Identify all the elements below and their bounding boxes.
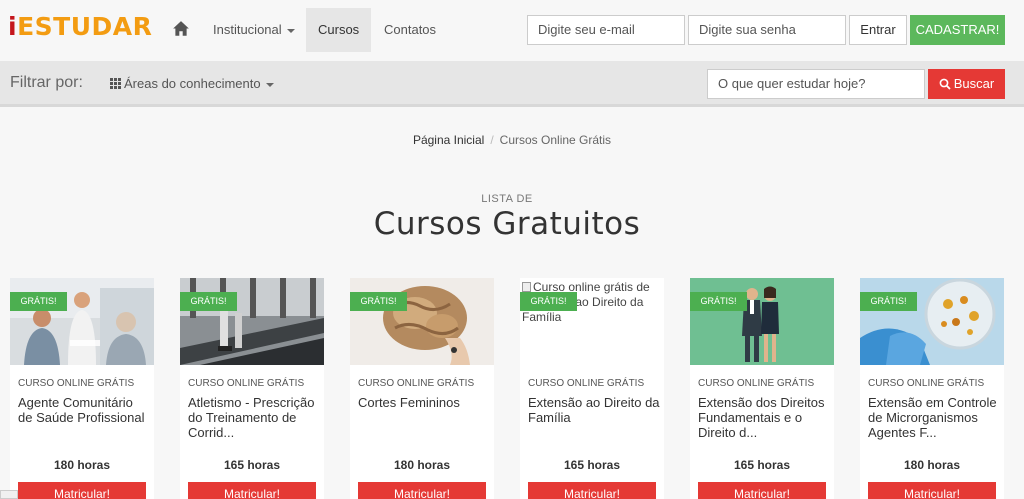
course-card[interactable]: GRÁTIS! CURSO ONLINE GRÁTIS Atletismo - … (180, 278, 324, 499)
course-card[interactable]: GRÁTIS! CURSO ONLINE GRÁTIS Extensão dos… (690, 278, 834, 499)
enroll-button[interactable]: Matricular! (698, 482, 826, 499)
course-hours: 165 horas (563, 458, 621, 472)
course-title[interactable]: Extensão em Controle de Microrganismos A… (868, 395, 1000, 440)
free-badge: GRÁTIS! (10, 292, 67, 311)
breadcrumb-separator: / (490, 133, 494, 147)
course-kicker: CURSO ONLINE GRÁTIS (358, 378, 475, 389)
search-icon (939, 78, 951, 90)
free-badge: GRÁTIS! (860, 292, 917, 311)
areas-dropdown[interactable]: Áreas do conhecimento (110, 76, 274, 91)
nav-contatos[interactable]: Contatos (372, 8, 448, 52)
free-badge: GRÁTIS! (520, 292, 577, 311)
course-hours: 180 horas (903, 458, 961, 472)
course-title[interactable]: Agente Comunitário de Saúde Profissional (18, 395, 150, 425)
course-hours: 165 horas (223, 458, 281, 472)
free-badge: GRÁTIS! (350, 292, 407, 311)
course-kicker: CURSO ONLINE GRÁTIS (868, 378, 985, 389)
home-icon[interactable] (172, 20, 190, 38)
nav-institucional[interactable]: Institucional (201, 8, 307, 52)
top-navbar: iESTUDAR Institucional Cursos Contatos D… (0, 0, 1024, 61)
page-title: Cursos Gratuitos (373, 206, 641, 242)
login-button[interactable]: Entrar (849, 15, 907, 45)
search-button[interactable]: Buscar (928, 69, 1005, 99)
grid-icon (110, 78, 121, 89)
course-kicker: CURSO ONLINE GRÁTIS (18, 378, 135, 389)
enroll-button[interactable]: Matricular! (528, 482, 656, 499)
course-kicker: CURSO ONLINE GRÁTIS (698, 378, 815, 389)
caret-down-icon (286, 28, 295, 33)
free-badge: GRÁTIS! (180, 292, 237, 311)
section-kicker: LISTA DE (481, 193, 533, 205)
breadcrumb-home[interactable]: Página Inicial (413, 133, 484, 147)
course-card[interactable]: GRÁTIS! CURSO ONLINE GRÁTIS Cortes Femin… (350, 278, 494, 499)
email-field[interactable]: Digite seu e-mail (527, 15, 685, 45)
course-kicker: CURSO ONLINE GRÁTIS (528, 378, 645, 389)
breadcrumb-current: Cursos Online Grátis (499, 133, 612, 147)
course-card[interactable]: GRÁTIS! CURSO ONLINE GRÁTIS Agente Comun… (10, 278, 154, 499)
course-hours: 165 horas (733, 458, 791, 472)
course-title[interactable]: Extensão dos Direitos Fundamentais e o D… (698, 395, 830, 440)
filter-bar: Filtrar por: Áreas do conhecimento O que… (0, 61, 1024, 107)
nav-cursos[interactable]: Cursos (306, 8, 372, 52)
enroll-button[interactable]: Matricular! (188, 482, 316, 499)
browser-status-bar (0, 490, 18, 499)
course-card[interactable]: Curso online grátis de Extensão ao Direi… (520, 278, 664, 499)
password-field[interactable]: Digite sua senha (688, 15, 846, 45)
enroll-button[interactable]: Matricular! (18, 482, 146, 499)
free-badge: GRÁTIS! (690, 292, 747, 311)
filter-label: Filtrar por: (10, 74, 83, 91)
broken-image-icon (522, 282, 531, 292)
course-hours: 180 horas (393, 458, 451, 472)
caret-down-icon (265, 82, 274, 87)
course-kicker: CURSO ONLINE GRÁTIS (188, 378, 305, 389)
course-title[interactable]: Cortes Femininos (358, 395, 490, 410)
breadcrumb: Página Inicial / Cursos Online Grátis (0, 133, 1024, 147)
course-card[interactable]: GRÁTIS! CURSO ONLINE GRÁTIS Extensão em … (860, 278, 1004, 499)
site-logo[interactable]: iESTUDAR (8, 12, 152, 41)
search-input[interactable]: O que quer estudar hoje? (707, 69, 925, 99)
course-title[interactable]: Atletismo - Prescrição do Treinamento de… (188, 395, 320, 440)
course-title[interactable]: Extensão ao Direito da Família (528, 395, 660, 425)
enroll-button[interactable]: Matricular! (868, 482, 996, 499)
course-hours: 180 horas (53, 458, 111, 472)
enroll-button[interactable]: Matricular! (358, 482, 486, 499)
signup-button[interactable]: CADASTRAR! (910, 15, 1005, 45)
